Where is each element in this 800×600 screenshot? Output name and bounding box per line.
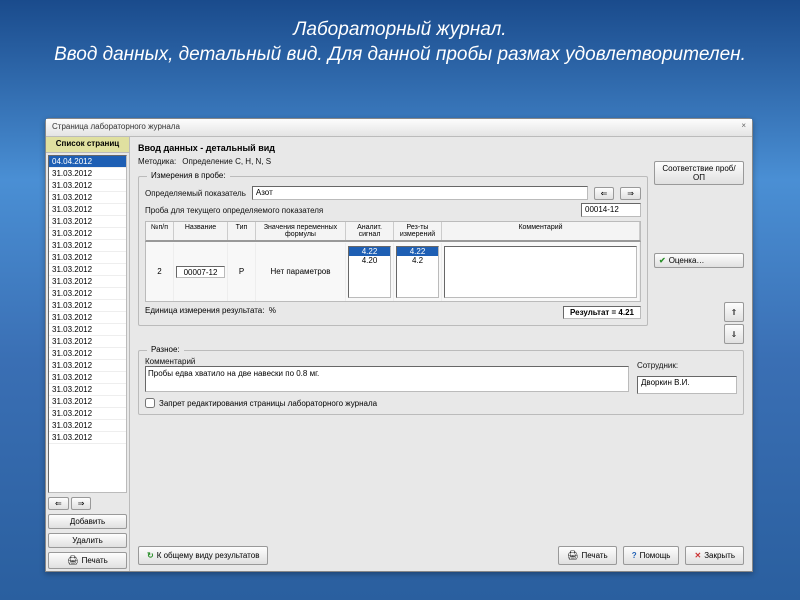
check-icon [659, 256, 666, 265]
measurements-group-title: Измерения в пробе: [147, 171, 230, 180]
list-item[interactable]: 31.03.2012 [49, 276, 126, 288]
data-table-row: 2 00007-12 Р Нет параметров 4.224.20 4.2… [145, 242, 641, 302]
comment-label: Комментарий [145, 357, 629, 366]
close-x-icon [694, 551, 701, 560]
move-down-button[interactable]: ⇓ [724, 324, 744, 344]
list-item[interactable]: 31.03.2012 [49, 420, 126, 432]
compliance-button[interactable]: Соответствие проб/ОП [654, 161, 744, 185]
unit-label: Единица измерения результата: [145, 306, 264, 315]
cell-signal: 4.224.20 [346, 243, 394, 301]
indicator-select[interactable]: Азот [252, 186, 588, 200]
footer-buttons: К общему виду результатов Печать Помощь … [138, 540, 744, 565]
list-item[interactable]: 31.03.2012 [49, 360, 126, 372]
titlebar: Страница лабораторного журнала × [46, 119, 752, 137]
eval-button[interactable]: Оценка… [654, 253, 744, 268]
unit-value: % [269, 306, 276, 315]
list-item[interactable]: 31.03.2012 [49, 372, 126, 384]
list-item[interactable]: 31.03.2012 [49, 240, 126, 252]
col-n: №п/п [146, 222, 174, 240]
lock-label: Запрет редактирования страницы лаборатор… [159, 399, 377, 408]
list-item[interactable]: 31.03.2012 [49, 204, 126, 216]
sidebar: Список страниц 04.04.201231.03.201231.03… [46, 137, 130, 571]
list-item[interactable]: 31.03.2012 [49, 228, 126, 240]
col-signal: Аналит. сигнал [346, 222, 394, 240]
cell-result: 4.224.2 [394, 243, 442, 301]
measurements-group: Измерения в пробе: Определяемый показате… [138, 176, 648, 326]
cell-name: 00007-12 [174, 243, 228, 301]
print-icon [567, 550, 578, 561]
comment-textarea[interactable] [145, 366, 629, 392]
col-formula: Значения переменных формулы [256, 222, 346, 240]
list-item[interactable]: 31.03.2012 [49, 288, 126, 300]
window-title: Страница лабораторного журнала [52, 122, 180, 131]
misc-group: Разное: Комментарий Сотрудник: Дворкин В… [138, 350, 744, 415]
list-item[interactable]: 04.04.2012 [49, 156, 126, 168]
prev-page-button[interactable]: ⇐ [48, 497, 69, 510]
col-result: Рез-ты измерений [394, 222, 442, 240]
sidebar-header: Список страниц [46, 137, 129, 153]
slide-title: Лабораторный журнал.Ввод данных, детальн… [0, 0, 800, 75]
list-item[interactable]: 31.03.2012 [49, 300, 126, 312]
indicator-next-button[interactable]: ⇒ [620, 187, 641, 200]
result-list[interactable]: 4.224.2 [396, 246, 439, 298]
delete-button[interactable]: Удалить [48, 533, 127, 548]
close-icon[interactable]: × [741, 121, 746, 130]
col-comment: Комментарий [442, 222, 640, 240]
panel-heading: Ввод данных - детальный вид [138, 143, 648, 153]
print-icon [67, 555, 78, 566]
list-item[interactable]: 31.03.2012 [49, 264, 126, 276]
data-table-header: №п/п Название Тип Значения переменных фо… [145, 221, 641, 242]
list-item[interactable]: 31.03.2012 [49, 336, 126, 348]
sidebar-print-button[interactable]: Печать [48, 552, 127, 569]
add-button[interactable]: Добавить [48, 514, 127, 529]
sample-label: Проба для текущего определяемого показат… [145, 206, 323, 215]
list-item[interactable]: 31.03.2012 [49, 348, 126, 360]
page-list[interactable]: 04.04.201231.03.201231.03.201231.03.2012… [48, 155, 127, 493]
list-item[interactable]: 31.03.2012 [49, 216, 126, 228]
staff-select[interactable]: Дворкин В.И. [637, 376, 737, 394]
cell-type: Р [228, 243, 256, 301]
list-item[interactable]: 31.03.2012 [49, 192, 126, 204]
list-item[interactable]: 31.03.2012 [49, 408, 126, 420]
signal-list[interactable]: 4.224.20 [348, 246, 391, 298]
list-item[interactable]: 31.03.2012 [49, 396, 126, 408]
app-window: Страница лабораторного журнала × Список … [45, 118, 753, 572]
help-icon [632, 551, 637, 560]
list-item[interactable]: 31.03.2012 [49, 384, 126, 396]
staff-label: Сотрудник: [637, 361, 678, 370]
sample-select[interactable]: 00014-12 [581, 203, 641, 217]
to-general-button[interactable]: К общему виду результатов [138, 546, 268, 565]
cell-n: 2 [146, 243, 174, 301]
list-item[interactable]: 31.03.2012 [49, 168, 126, 180]
list-item[interactable]: 31.03.2012 [49, 324, 126, 336]
next-page-button[interactable]: ⇒ [71, 497, 92, 510]
indicator-label: Определяемый показатель [145, 189, 246, 198]
cell-comment [442, 243, 640, 301]
cell-formula: Нет параметров [256, 243, 346, 301]
help-button[interactable]: Помощь [623, 546, 680, 565]
refresh-icon [147, 551, 154, 560]
indicator-prev-button[interactable]: ⇐ [594, 187, 615, 200]
comment-box[interactable] [444, 246, 637, 298]
list-item[interactable]: 31.03.2012 [49, 432, 126, 444]
close-button[interactable]: Закрыть [685, 546, 744, 565]
main-panel: Ввод данных - детальный вид Методика: Оп… [130, 137, 752, 571]
lock-checkbox-row[interactable]: Запрет редактирования страницы лаборатор… [145, 398, 737, 408]
footer-print-button[interactable]: Печать [558, 546, 617, 565]
col-type: Тип [228, 222, 256, 240]
method-label: Методика: [138, 157, 176, 166]
result-value: Результат = 4.21 [563, 306, 641, 319]
lock-checkbox[interactable] [145, 398, 155, 408]
misc-group-title: Разное: [147, 345, 184, 354]
list-item[interactable]: 31.03.2012 [49, 312, 126, 324]
list-item[interactable]: 31.03.2012 [49, 180, 126, 192]
list-item[interactable]: 31.03.2012 [49, 252, 126, 264]
move-up-button[interactable]: ⇑ [724, 302, 744, 322]
method-value: Определение C, H, N, S [182, 157, 271, 166]
col-name: Название [174, 222, 228, 240]
